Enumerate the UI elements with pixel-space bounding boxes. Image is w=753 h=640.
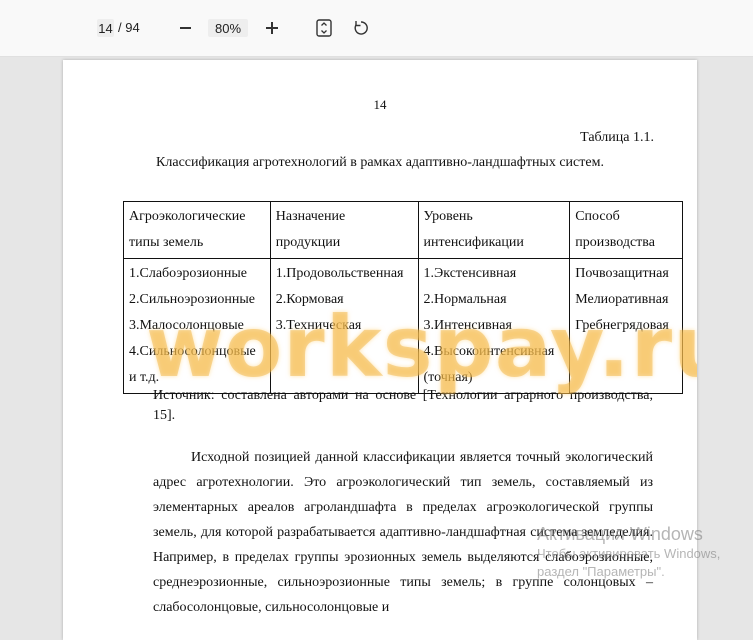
table-cell: 1.Слабоэрозионные 2.Сильноэрозионные 3.М… (123, 258, 271, 394)
page-number-input[interactable]: 14 (97, 19, 114, 37)
table-cell: 1.Продовольственная 2.Кормовая 3.Техниче… (269, 258, 419, 394)
plus-icon[interactable] (262, 18, 282, 38)
table-cell: Почвозащитная Мелиоративная Гребнегрядов… (569, 258, 683, 394)
table-cell: 1.Экстенсивная 2.Нормальная 3.Интенсивна… (417, 258, 571, 394)
body-paragraph: Исходной позицией данной классификации я… (153, 450, 653, 615)
header-cell: Уровень интенсификации (417, 201, 571, 259)
page-number: 14 (373, 97, 387, 112)
table-label: Таблица 1.1. (580, 130, 654, 145)
minus-icon[interactable] (175, 18, 195, 38)
header-cell: Назначение продукции (269, 201, 419, 259)
classification-table: Агроэкологические типы земель Назначение… (123, 201, 683, 394)
header-cell: Агроэкологические типы земель (123, 201, 271, 259)
table-row: 1.Слабоэрозионные 2.Сильноэрозионные 3.М… (123, 258, 683, 394)
pdf-toolbar: 14 / 94 80% (0, 0, 753, 57)
table-header-row: Агроэкологические типы земель Назначение… (123, 201, 683, 259)
zoom-level-input[interactable]: 80% (208, 19, 248, 37)
table-source-note: Источник: составлена авторами на основе … (153, 388, 653, 423)
header-cell: Способ производства (569, 201, 683, 259)
table-title: Классификация агротехнологий в рамках ад… (156, 155, 604, 170)
page-total-label: / 94 (118, 20, 140, 35)
fit-page-icon[interactable] (313, 17, 335, 39)
rotate-icon[interactable] (350, 17, 372, 39)
document-page: 14 Таблица 1.1. Классификация агротехнол… (63, 60, 697, 640)
